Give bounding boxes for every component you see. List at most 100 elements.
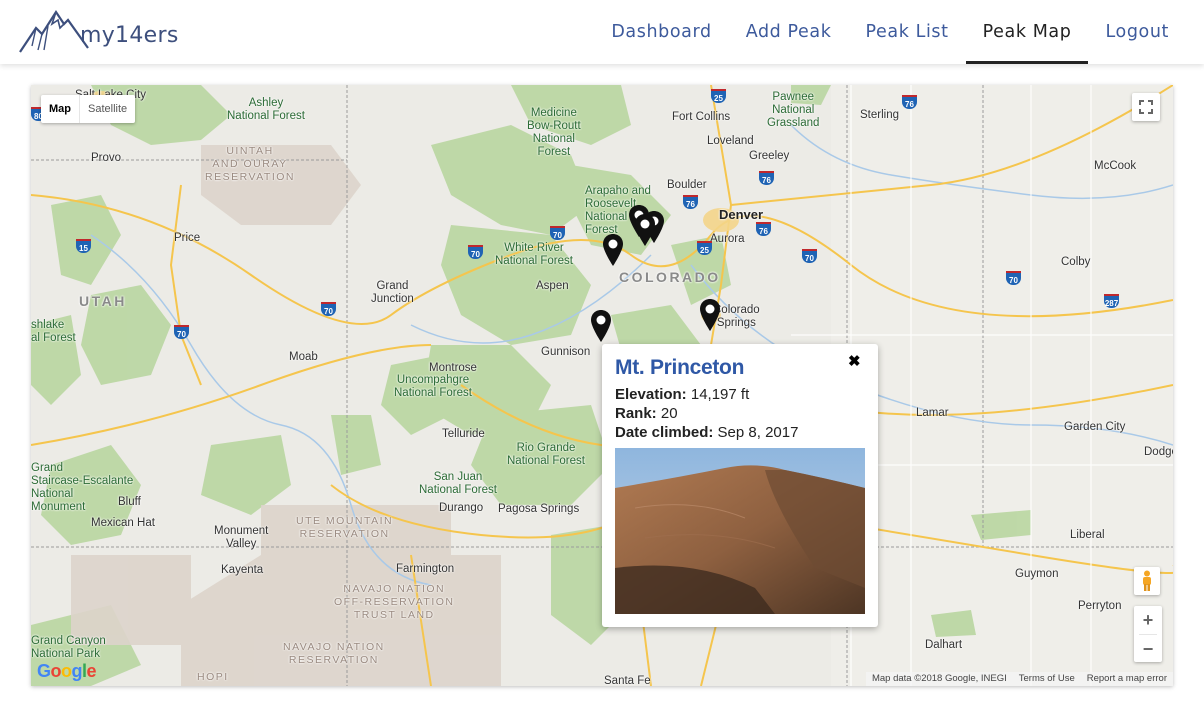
map-data-credit: Map data ©2018 Google, INEGI <box>871 673 1007 684</box>
highway-shield: 76 <box>759 171 774 185</box>
highway-shield: 76 <box>902 95 917 109</box>
map-label-montrose: Montrose <box>429 362 477 374</box>
app-logo[interactable]: my14ers <box>18 6 179 54</box>
highway-shield: 70 <box>1006 271 1021 285</box>
map-label-pawnee: Pawnee National Grassland <box>767 91 820 129</box>
map-type-control: Map Satellite <box>41 95 136 123</box>
street-view-pegman[interactable] <box>1134 567 1160 595</box>
map-label-gunnison: Gunnison <box>541 346 591 358</box>
app-name: my14ers <box>80 23 179 48</box>
zoom-out-button[interactable]: − <box>1134 635 1162 663</box>
map-label-loveland: Loveland <box>707 135 754 147</box>
date-climbed-value: Sep 8, 2017 <box>717 424 799 441</box>
map-type-satellite-button[interactable]: Satellite <box>80 95 135 123</box>
map-label-hopi: HOPI <box>197 671 229 683</box>
peak-map[interactable]: Salt Lake City AshleyNational Forest Med… <box>31 85 1173 686</box>
map-label-garden-city: Garden City <box>1064 421 1126 433</box>
map-label-uncompahgre: Uncompahgre National Forest <box>394 374 472 399</box>
zoom-in-button[interactable]: + <box>1134 606 1162 634</box>
map-label-santa-fe: Santa Fe <box>604 675 651 686</box>
highway-shield: 25 <box>697 241 712 255</box>
peak-marker[interactable] <box>699 298 721 332</box>
fullscreen-button[interactable] <box>1132 93 1160 121</box>
map-label-navajo-res: NAVAJO NATION RESERVATION <box>283 641 385 666</box>
map-label-rio-grande: Rio Grande National Forest <box>507 442 585 467</box>
map-label-ashley: Ashley National Forest <box>227 97 305 122</box>
highway-shield: 15 <box>76 239 91 253</box>
highway-shield: 287 <box>1104 294 1119 308</box>
nav-add-peak[interactable]: Add Peak <box>729 0 849 64</box>
report-map-error-link[interactable]: Report a map error <box>1081 672 1173 686</box>
nav-logout[interactable]: Logout <box>1088 0 1186 64</box>
rank-row: Rank: 20 <box>615 405 678 422</box>
map-label-guymon: Guymon <box>1015 568 1059 580</box>
rank-label: Rank: <box>615 405 657 422</box>
map-label-monument-valley: Monument Valley <box>214 525 269 550</box>
map-label-provo: Provo <box>91 152 122 164</box>
map-label-greeley: Greeley <box>749 150 790 162</box>
nav-dashboard[interactable]: Dashboard <box>594 0 728 64</box>
map-label-navajo-trust: NAVAJO NATION OFF-RESERVATION TRUST LAND <box>334 583 455 621</box>
peak-info-window: ✖ Mt. Princeton Elevation: 14,197 ft Ran… <box>602 344 878 627</box>
map-label-denver: Denver <box>719 207 764 222</box>
map-label-mccook: McCook <box>1094 160 1137 172</box>
map-type-map-button[interactable]: Map <box>41 95 80 123</box>
map-label-grand-canyon: Grand Canyon National Park <box>31 635 106 660</box>
map-label-durango: Durango <box>439 502 484 514</box>
map-label-perryton: Perryton <box>1078 600 1122 612</box>
map-label-lamar: Lamar <box>916 407 949 419</box>
top-navbar: my14ers Dashboard Add Peak Peak List Pea… <box>0 0 1204 64</box>
highway-shield: 76 <box>756 222 771 236</box>
map-pin-icon <box>635 214 655 246</box>
map-label-telluride: Telluride <box>442 428 485 440</box>
map-label-pagosa: Pagosa Springs <box>498 503 580 515</box>
map-label-farmington: Farmington <box>396 563 455 575</box>
highway-shield: 70 <box>468 245 483 259</box>
fullscreen-icon <box>1139 100 1153 114</box>
map-label-dalhart: Dalhart <box>925 639 963 651</box>
map-label-aurora: Aurora <box>710 233 745 245</box>
map-attribution: Map data ©2018 Google, INEGI Terms of Us… <box>865 672 1173 686</box>
date-climbed-row: Date climbed: Sep 8, 2017 <box>615 424 798 441</box>
map-pin-icon <box>591 310 611 342</box>
peak-marker[interactable] <box>634 213 656 247</box>
highway-shield: 70 <box>174 325 189 339</box>
highway-shield: 76 <box>683 195 698 209</box>
map-label-moab: Moab <box>289 351 318 363</box>
map-label-colorado: COLORADO <box>619 269 721 285</box>
map-pin-icon <box>700 299 720 331</box>
map-label-aspen: Aspen <box>536 280 569 292</box>
highway-shield: 25 <box>711 89 726 103</box>
map-label-mexican-hat: Mexican Hat <box>91 517 155 529</box>
map-label-grand-junction: Grand Junction <box>371 280 414 305</box>
pegman-icon <box>1143 570 1151 591</box>
map-label-sterling: Sterling <box>860 109 899 121</box>
peak-title-link[interactable]: Mt. Princeton <box>615 356 744 380</box>
nav-peak-list[interactable]: Peak List <box>849 0 966 64</box>
close-icon[interactable]: ✖ <box>848 352 861 370</box>
map-label-ashlake: shlake al Forest <box>31 319 76 344</box>
map-label-san-juan: San Juan National Forest <box>419 471 497 496</box>
elevation-value: 14,197 ft <box>690 386 750 403</box>
map-label-medicine-bow: Medicine Bow-Routt National Forest <box>527 107 581 158</box>
map-label-white-river: White River National Forest <box>495 242 573 267</box>
map-label-ute-mountain: UTE MOUNTAIN RESERVATION <box>296 515 394 540</box>
google-logo[interactable]: Google <box>37 661 97 682</box>
map-label-colby: Colby <box>1061 256 1091 268</box>
nav-menu: Dashboard Add Peak Peak List Peak Map Lo… <box>594 0 1186 64</box>
highway-shield: 70 <box>802 249 817 263</box>
map-label-bluff: Bluff <box>118 496 141 508</box>
rank-value: 20 <box>660 405 678 422</box>
zoom-control: + − <box>1134 606 1162 662</box>
date-climbed-label: Date climbed: <box>615 424 714 441</box>
nav-peak-map[interactable]: Peak Map <box>965 0 1089 64</box>
map-label-utah: UTAH <box>79 293 127 309</box>
map-label-price: Price <box>174 232 201 244</box>
terms-of-use-link[interactable]: Terms of Use <box>1013 672 1081 686</box>
map-label-kayenta: Kayenta <box>221 564 264 576</box>
map-label-fort-collins: Fort Collins <box>672 111 731 123</box>
peak-marker-selected[interactable] <box>590 309 612 343</box>
map-label-dodge: Dodge <box>1144 446 1173 458</box>
peak-marker[interactable] <box>602 233 624 267</box>
map-label-boulder: Boulder <box>667 179 707 191</box>
